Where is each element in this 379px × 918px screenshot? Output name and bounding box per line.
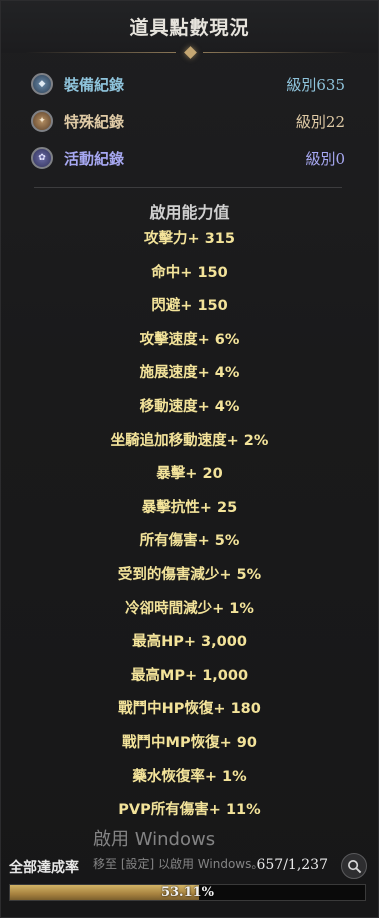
stat-potion-recovery: 藥水恢復率+ 1%	[132, 768, 247, 785]
search-button[interactable]	[341, 853, 367, 879]
stat-damage-reduction: 受到的傷害減少+ 5%	[117, 566, 262, 583]
stat-crit-resist: 暴擊抗性+ 25	[141, 499, 238, 516]
stat-move-speed: 移動速度+ 4%	[139, 398, 240, 415]
section-divider	[34, 187, 342, 188]
active-stats-list: 攻擊力+ 315 命中+ 150 閃避+ 150 攻擊速度+ 6% 施展速度+ …	[1, 223, 378, 828]
header-ornament	[25, 46, 354, 59]
stat-combat-hp-regen: 戰鬥中HP恢復+ 180	[118, 701, 261, 718]
completion-count: 657/1,237	[256, 857, 328, 873]
active-stats-title: 啟用能力值	[149, 203, 230, 222]
equipment-record-icon: ◆	[31, 73, 53, 95]
item-points-panel: 道具點數現況 ◆ 裝備紀錄 級別635 ✦ 特殊紀錄 級別22 ✿ 活動紀錄 級…	[0, 0, 379, 918]
event-record-label: 活動紀錄	[64, 150, 125, 168]
progress-percent: 53.11%	[160, 885, 215, 900]
stat-accuracy: 命中+ 150	[151, 264, 228, 281]
stat-attack-speed: 攻擊速度+ 6%	[139, 331, 240, 348]
stat-crit: 暴擊+ 20	[156, 466, 223, 483]
special-record-icon: ✦	[31, 110, 53, 132]
stat-cooldown-reduction: 冷卻時間減少+ 1%	[125, 600, 254, 617]
watermark-line-1: 啟用 Windows	[93, 829, 216, 850]
special-record-row[interactable]: ✦ 特殊紀錄 級別22	[1, 104, 378, 138]
windows-activation-watermark: 啟用 Windows 移至 [設定] 以啟用 Windows。	[93, 825, 263, 872]
ornament-line-left	[25, 52, 177, 53]
ornament-line-right	[202, 52, 354, 53]
special-record-label: 特殊紀錄	[64, 113, 125, 131]
stat-pvp-damage: PVP所有傷害+ 11%	[118, 802, 261, 819]
watermark-line-2: 移至 [設定] 以啟用 Windows。	[93, 857, 264, 871]
equipment-record-level: 級別635	[286, 76, 345, 94]
completion-progress-bar: 53.11%	[9, 884, 366, 901]
stat-evasion: 閃避+ 150	[151, 298, 228, 315]
stat-max-hp: 最高HP+ 3,000	[132, 634, 247, 651]
special-record-level: 級別22	[295, 113, 345, 131]
panel-header: 道具點數現況	[1, 1, 378, 59]
equipment-record-label: 裝備紀錄	[64, 76, 125, 94]
event-record-icon: ✿	[31, 147, 53, 169]
stat-all-damage: 所有傷害+ 5%	[139, 533, 240, 550]
equipment-record-row[interactable]: ◆ 裝備紀錄 級別635	[1, 67, 378, 101]
stat-cast-speed: 施展速度+ 4%	[139, 365, 240, 382]
completion-label: 全部達成率	[9, 860, 79, 876]
event-record-row[interactable]: ✿ 活動紀錄 級別0	[1, 141, 378, 175]
ornament-gem-icon	[183, 46, 197, 59]
event-record-level: 級別0	[305, 150, 345, 168]
stat-mount-move-speed: 坐騎追加移動速度+ 2%	[110, 432, 269, 449]
search-icon	[347, 859, 361, 873]
panel-title: 道具點數現況	[129, 17, 250, 39]
stat-max-mp: 最高MP+ 1,000	[130, 667, 249, 684]
stat-attack: 攻擊力+ 315	[144, 231, 235, 247]
stat-combat-mp-regen: 戰鬥中MP恢復+ 90	[122, 734, 257, 751]
